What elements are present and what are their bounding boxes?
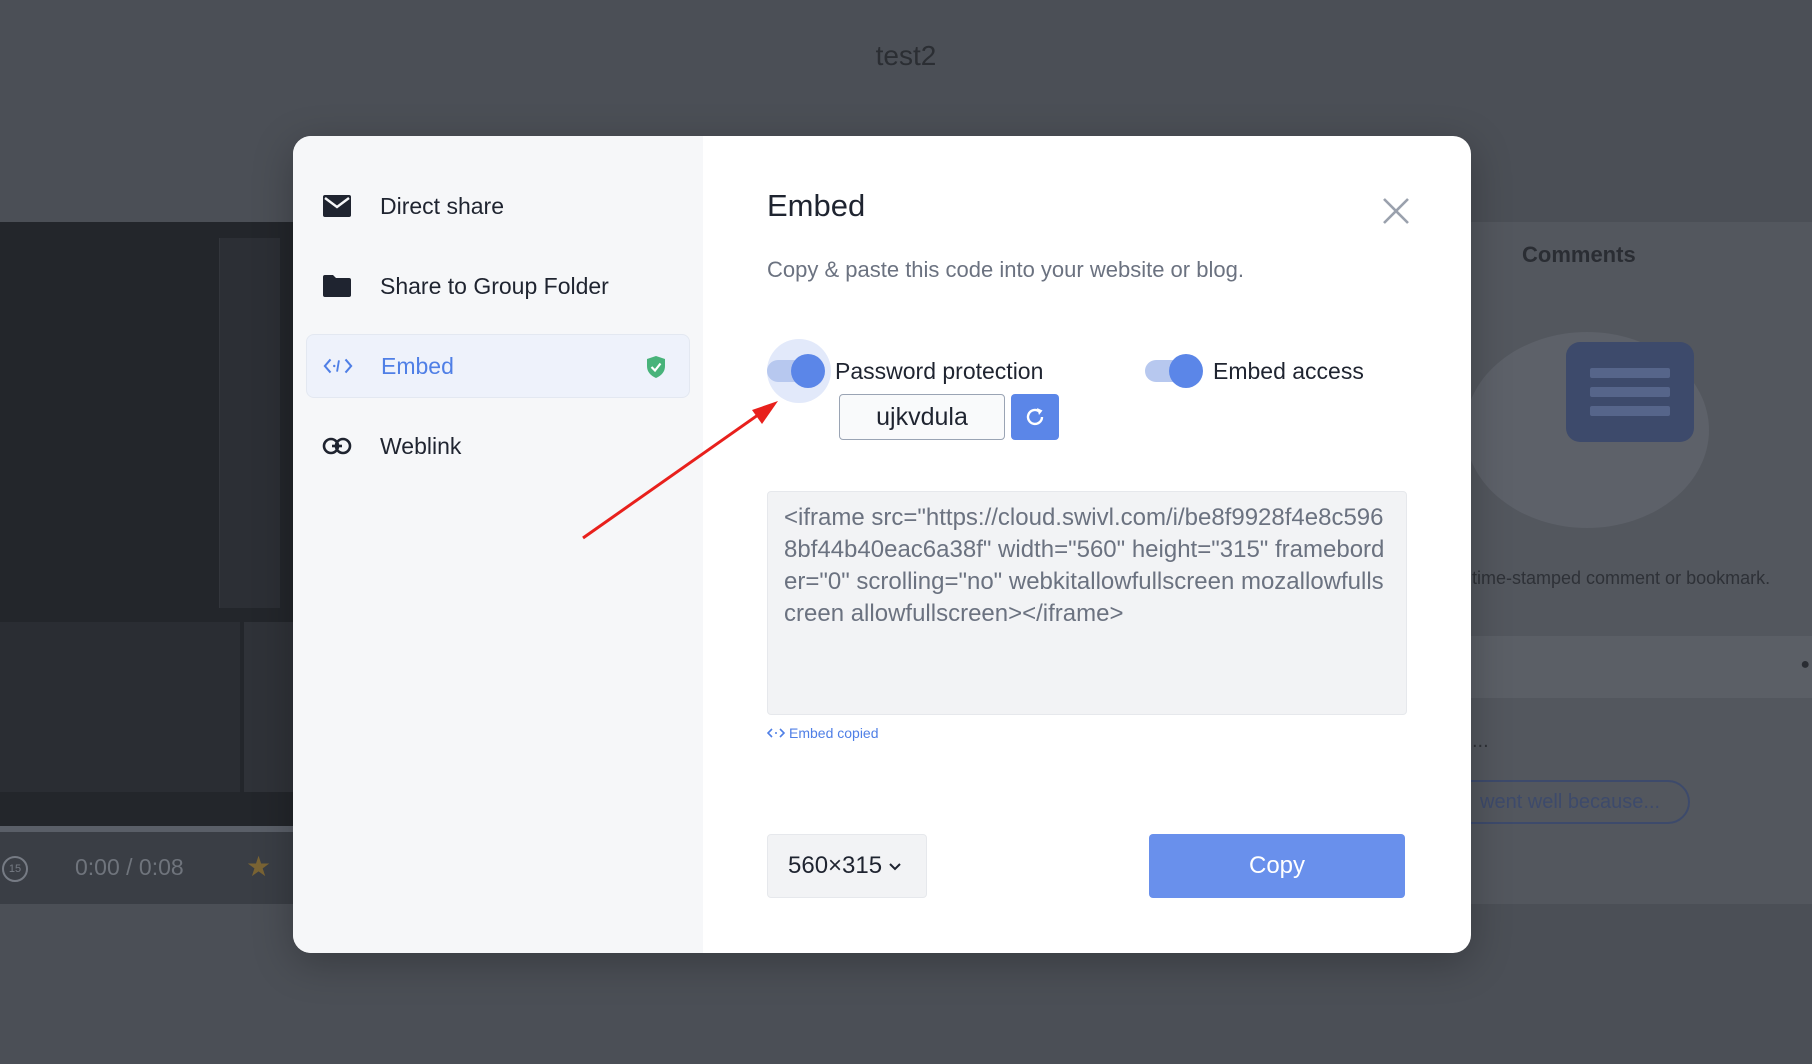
embed-copied-status: Embed copied xyxy=(767,725,879,741)
chevron-down-icon xyxy=(889,863,901,871)
rewind-icon: 15 xyxy=(2,856,28,882)
comments-title: Comments xyxy=(1522,242,1636,267)
player-time: 0:00 / 0:08 xyxy=(75,854,184,880)
password-field[interactable]: ujkvdula xyxy=(839,394,1005,440)
folder-icon xyxy=(322,271,352,301)
sidebar-item-direct-share[interactable]: Direct share xyxy=(306,174,690,238)
panel-title: Embed xyxy=(767,188,866,223)
share-sidebar: Direct share Share to Group Folder Embed… xyxy=(293,136,703,953)
eye-icon: ● xyxy=(1800,656,1810,673)
sidebar-item-weblink[interactable]: Weblink xyxy=(306,414,690,478)
video-frame xyxy=(0,622,240,792)
comment-input-row: ● xyxy=(1470,636,1812,698)
sidebar-item-label: Embed xyxy=(381,352,454,379)
code-icon xyxy=(323,351,353,381)
comment-placeholder: ... xyxy=(1472,730,1489,752)
password-protection-toggle[interactable] xyxy=(767,354,825,388)
password-protection-label: Password protection xyxy=(835,358,1044,384)
code-icon xyxy=(767,728,785,738)
shield-check-icon xyxy=(645,355,667,384)
panel-subtitle: Copy & paste this code into your website… xyxy=(767,257,1244,282)
sidebar-item-label: Weblink xyxy=(380,432,462,459)
regenerate-password-button[interactable] xyxy=(1011,394,1059,440)
sidebar-item-group-folder[interactable]: Share to Group Folder xyxy=(306,254,690,318)
refresh-icon xyxy=(1026,408,1044,426)
video-player: 15 0:00 / 0:08 ★ xyxy=(0,222,300,904)
sidebar-item-embed[interactable]: Embed xyxy=(306,334,690,398)
envelope-icon xyxy=(322,191,352,221)
page-title: test2 xyxy=(875,40,937,71)
sidebar-item-label: Direct share xyxy=(380,192,504,219)
embed-access-label: Embed access xyxy=(1213,358,1364,384)
size-select[interactable]: 560×315 xyxy=(767,834,927,898)
copy-button[interactable]: Copy xyxy=(1149,834,1405,898)
chat-bubble-icon xyxy=(1566,342,1694,442)
video-frame xyxy=(219,238,280,608)
embed-access-toggle[interactable] xyxy=(1145,354,1203,388)
link-icon xyxy=(322,431,352,461)
embed-code-textarea[interactable]: <iframe src="https://cloud.swivl.com/i/b… xyxy=(767,491,1407,715)
star-icon: ★ xyxy=(246,851,272,882)
player-controls: 15 0:00 / 0:08 ★ xyxy=(0,832,300,904)
close-icon[interactable] xyxy=(1379,194,1413,228)
size-select-value: 560×315 xyxy=(788,852,883,879)
comments-hint: time-stamped comment or bookmark. xyxy=(1472,568,1771,588)
embed-panel: Embed Copy & paste this code into your w… xyxy=(703,136,1471,953)
share-modal: Direct share Share to Group Folder Embed… xyxy=(293,136,1471,953)
suggestion-chip: went well because... xyxy=(1440,780,1690,824)
embed-copied-text: Embed copied xyxy=(789,725,879,741)
video-frame xyxy=(244,622,300,792)
sidebar-item-label: Share to Group Folder xyxy=(380,272,609,299)
